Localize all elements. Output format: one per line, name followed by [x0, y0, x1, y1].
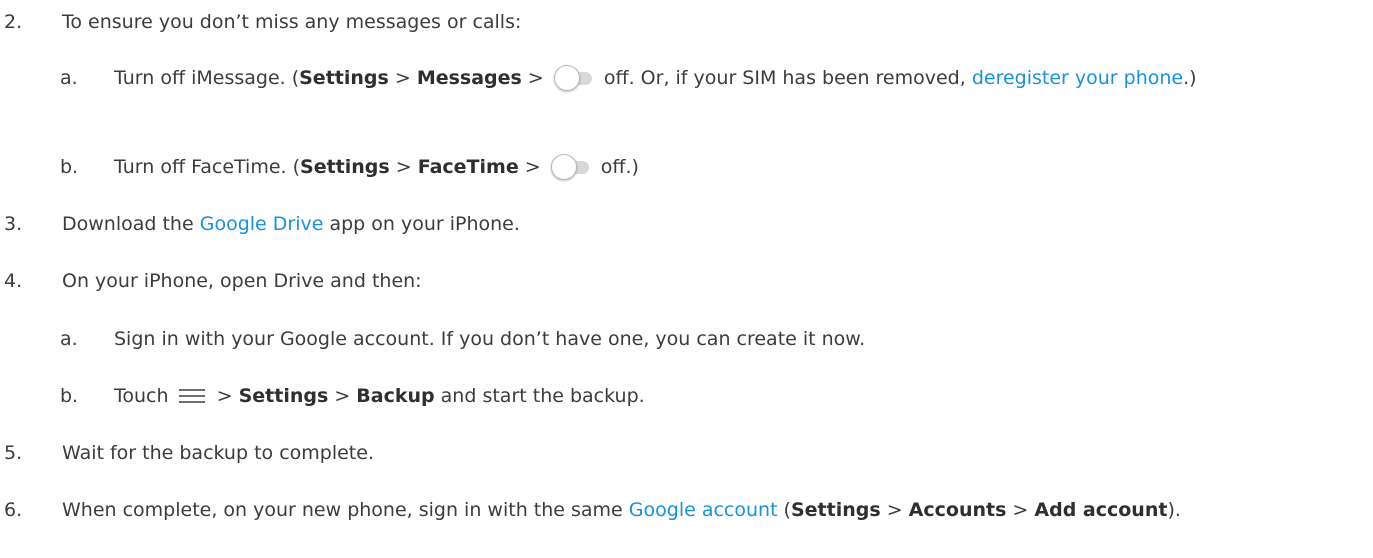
- google-account-link[interactable]: Google account: [629, 499, 778, 521]
- hamburger-menu-icon: [178, 389, 205, 403]
- substep-letter: a.: [60, 328, 78, 350]
- step-5: 5. Wait for the backup to complete.: [0, 439, 1353, 467]
- step-number: 4.: [4, 270, 23, 292]
- toggle-off-icon: [550, 154, 591, 180]
- substep-text: Sign in with your Google account. If you…: [114, 328, 866, 350]
- substep-text: Turn off iMessage. (Settings > Messages …: [114, 65, 1197, 91]
- toggle-off-icon: [553, 65, 594, 91]
- step-text: On your iPhone, open Drive and then:: [62, 270, 422, 292]
- step-number: 2.: [4, 11, 23, 33]
- substep-text: Touch > Settings > Backup and start the …: [114, 385, 645, 407]
- step-text: To ensure you don’t miss any messages or…: [62, 11, 522, 33]
- step-6: 6. When complete, on your new phone, sig…: [0, 496, 1353, 524]
- step-3: 3. Download the Google Drive app on your…: [0, 210, 1353, 238]
- step-4: 4. On your iPhone, open Drive and then:: [0, 267, 1353, 295]
- step-4a: a. Sign in with your Google account. If …: [0, 325, 1353, 353]
- substep-letter: b.: [60, 385, 79, 407]
- step-number: 5.: [4, 442, 23, 464]
- substep-letter: a.: [60, 67, 78, 89]
- step-4b: b. Touch > Settings > Backup and start t…: [0, 382, 1353, 410]
- step-2b: b. Turn off FaceTime. (Settings > FaceTi…: [0, 153, 1353, 181]
- deregister-phone-link[interactable]: deregister your phone: [972, 67, 1183, 89]
- step-text: Wait for the backup to complete.: [62, 442, 374, 464]
- step-number: 6.: [4, 499, 23, 521]
- step-text: When complete, on your new phone, sign i…: [62, 499, 1181, 521]
- step-2: 2. To ensure you don’t miss any messages…: [0, 8, 1353, 36]
- instructions-list: 2. To ensure you don’t miss any messages…: [0, 0, 1373, 558]
- step-number: 3.: [4, 213, 23, 235]
- step-text: Download the Google Drive app on your iP…: [62, 213, 520, 235]
- substep-letter: b.: [60, 156, 79, 178]
- google-drive-link[interactable]: Google Drive: [200, 213, 324, 235]
- substep-text: Turn off FaceTime. (Settings > FaceTime …: [114, 154, 639, 180]
- step-2a: a. Turn off iMessage. (Settings > Messag…: [0, 64, 1353, 92]
